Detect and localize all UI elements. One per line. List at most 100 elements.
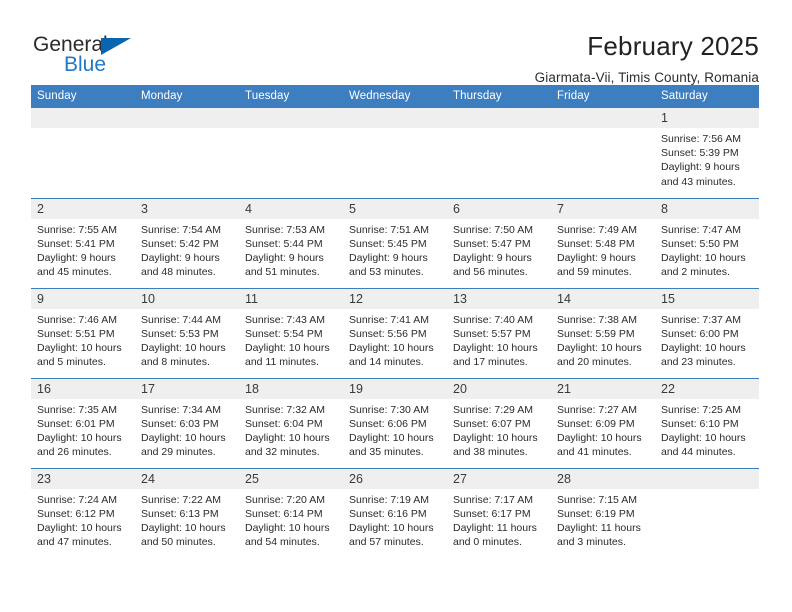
- daylight-text: Daylight: 9 hours and 59 minutes.: [557, 251, 636, 279]
- sunset-text: Sunset: 5:51 PM: [37, 327, 115, 340]
- calendar-day-cell[interactable]: 6 Sunrise: 7:50 AM Sunset: 5:47 PM Daylight…: [447, 198, 551, 288]
- day-details: Sunrise: 7:50 AM Sunset: 5:47 PM Daylight:…: [447, 219, 551, 280]
- calendar-day-cell-empty: [343, 108, 447, 198]
- calendar-day-cell[interactable]: 25 Sunrise: 7:20 AM Sunset: 6:14 PM Dayligh…: [239, 468, 343, 558]
- day-number: [551, 108, 655, 128]
- day-details: Sunrise: 7:49 AM Sunset: 5:48 PM Daylight:…: [551, 219, 655, 280]
- sunrise-text: Sunrise: 7:24 AM: [37, 493, 117, 506]
- sunrise-text: Sunrise: 7:20 AM: [245, 493, 325, 506]
- sunset-text: Sunset: 5:39 PM: [661, 147, 739, 160]
- daylight-text: Daylight: 10 hours and 11 minutes.: [245, 341, 330, 369]
- calendar-day-cell-empty: [31, 108, 135, 198]
- sunset-text: Sunset: 6:16 PM: [349, 507, 427, 520]
- sunrise-text: Sunrise: 7:19 AM: [349, 493, 429, 506]
- day-details: Sunrise: 7:17 AM Sunset: 6:17 PM Daylight:…: [447, 489, 551, 550]
- sunrise-sunset-calendar: Sunday Monday Tuesday Wednesday Thursday Frid…: [31, 85, 759, 558]
- calendar-day-cell[interactable]: 1 Sunrise: 7:56 AM Sunset: 5:39 PM Daylight…: [655, 108, 759, 198]
- daylight-text: Daylight: 10 hours and 26 minutes.: [37, 431, 122, 459]
- calendar-day-cell[interactable]: 7 Sunrise: 7:49 AM Sunset: 5:48 PM Daylight…: [551, 198, 655, 288]
- calendar-week-row: 2 Sunrise: 7:55 AM Sunset: 5:41 PM Daylight…: [31, 198, 759, 288]
- calendar-day-cell[interactable]: 18 Sunrise: 7:32 AM Sunset: 6:04 PM Dayligh…: [239, 378, 343, 468]
- daylight-text: Daylight: 9 hours and 56 minutes.: [453, 251, 532, 279]
- sunset-text: Sunset: 5:50 PM: [661, 237, 739, 250]
- calendar-day-cell[interactable]: 10 Sunrise: 7:44 AM Sunset: 5:53 PM Dayligh…: [135, 288, 239, 378]
- day-number: 21: [551, 378, 655, 399]
- calendar-day-cell[interactable]: 24 Sunrise: 7:22 AM Sunset: 6:13 PM Dayligh…: [135, 468, 239, 558]
- sunrise-text: Sunrise: 7:34 AM: [141, 403, 221, 416]
- calendar-day-cell[interactable]: 2 Sunrise: 7:55 AM Sunset: 5:41 PM Daylight…: [31, 198, 135, 288]
- sunrise-text: Sunrise: 7:46 AM: [37, 313, 117, 326]
- calendar-day-cell[interactable]: 20 Sunrise: 7:29 AM Sunset: 6:07 PM Dayligh…: [447, 378, 551, 468]
- calendar-day-cell[interactable]: 13 Sunrise: 7:40 AM Sunset: 5:57 PM Dayligh…: [447, 288, 551, 378]
- weekday-header-wednesday: Wednesday: [343, 85, 447, 108]
- day-details: Sunrise: 7:54 AM Sunset: 5:42 PM Daylight:…: [135, 219, 239, 280]
- day-number: 18: [239, 378, 343, 399]
- calendar-day-cell-empty: [655, 468, 759, 558]
- day-number: 2: [31, 198, 135, 219]
- day-details: Sunrise: 7:53 AM Sunset: 5:44 PM Daylight:…: [239, 219, 343, 280]
- calendar-day-cell[interactable]: 17 Sunrise: 7:34 AM Sunset: 6:03 PM Dayligh…: [135, 378, 239, 468]
- calendar-day-cell[interactable]: 26 Sunrise: 7:19 AM Sunset: 6:16 PM Dayligh…: [343, 468, 447, 558]
- sunset-text: Sunset: 5:47 PM: [453, 237, 531, 250]
- calendar-day-cell[interactable]: 23 Sunrise: 7:24 AM Sunset: 6:12 PM Dayligh…: [31, 468, 135, 558]
- calendar-day-cell[interactable]: 9 Sunrise: 7:46 AM Sunset: 5:51 PM Daylight…: [31, 288, 135, 378]
- day-number: 5: [343, 198, 447, 219]
- day-details: Sunrise: 7:44 AM Sunset: 5:53 PM Daylight:…: [135, 309, 239, 370]
- calendar-day-cell[interactable]: 16 Sunrise: 7:35 AM Sunset: 6:01 PM Dayligh…: [31, 378, 135, 468]
- sunset-text: Sunset: 6:06 PM: [349, 417, 427, 430]
- day-details: Sunrise: 7:55 AM Sunset: 5:41 PM Daylight:…: [31, 219, 135, 280]
- calendar-day-cell[interactable]: 3 Sunrise: 7:54 AM Sunset: 5:42 PM Daylight…: [135, 198, 239, 288]
- calendar-day-cell[interactable]: 22 Sunrise: 7:25 AM Sunset: 6:10 PM Dayligh…: [655, 378, 759, 468]
- daylight-text: Daylight: 10 hours and 47 minutes.: [37, 521, 122, 549]
- sunrise-text: Sunrise: 7:49 AM: [557, 223, 637, 236]
- day-number: [31, 108, 135, 128]
- sunset-text: Sunset: 5:48 PM: [557, 237, 635, 250]
- calendar-day-cell[interactable]: 21 Sunrise: 7:27 AM Sunset: 6:09 PM Dayligh…: [551, 378, 655, 468]
- sunrise-text: Sunrise: 7:15 AM: [557, 493, 637, 506]
- day-number: 16: [31, 378, 135, 399]
- page-title: February 2025: [587, 31, 759, 61]
- sunrise-text: Sunrise: 7:35 AM: [37, 403, 117, 416]
- daylight-text: Daylight: 10 hours and 8 minutes.: [141, 341, 226, 369]
- calendar-day-cell[interactable]: 28 Sunrise: 7:15 AM Sunset: 6:19 PM Dayligh…: [551, 468, 655, 558]
- logo-text-blue: Blue: [64, 53, 107, 76]
- sunset-text: Sunset: 6:12 PM: [37, 507, 115, 520]
- day-number: 10: [135, 288, 239, 309]
- calendar-day-cell[interactable]: 5 Sunrise: 7:51 AM Sunset: 5:45 PM Daylight…: [343, 198, 447, 288]
- daylight-text: Daylight: 9 hours and 43 minutes.: [661, 161, 740, 188]
- calendar-day-cell[interactable]: 15 Sunrise: 7:37 AM Sunset: 6:00 PM Dayligh…: [655, 288, 759, 378]
- calendar-day-cell[interactable]: 8 Sunrise: 7:47 AM Sunset: 5:50 PM Daylight…: [655, 198, 759, 288]
- weekday-header-row: Sunday Monday Tuesday Wednesday Thursday Frid…: [31, 85, 759, 108]
- day-details: Sunrise: 7:32 AM Sunset: 6:04 PM Daylight:…: [239, 399, 343, 460]
- day-details: Sunrise: 7:24 AM Sunset: 6:12 PM Daylight:…: [31, 489, 135, 550]
- day-details: Sunrise: 7:30 AM Sunset: 6:06 PM Daylight:…: [343, 399, 447, 460]
- daylight-text: Daylight: 10 hours and 17 minutes.: [453, 341, 538, 369]
- sunset-text: Sunset: 6:03 PM: [141, 417, 219, 430]
- calendar-day-cell[interactable]: 19 Sunrise: 7:30 AM Sunset: 6:06 PM Dayligh…: [343, 378, 447, 468]
- day-details: Sunrise: 7:25 AM Sunset: 6:10 PM Daylight:…: [655, 399, 759, 460]
- sunrise-text: Sunrise: 7:54 AM: [141, 223, 221, 236]
- general-blue-logo[interactable]: General Blue: [33, 30, 163, 76]
- sunset-text: Sunset: 5:56 PM: [349, 327, 427, 340]
- calendar-day-cell[interactable]: 12 Sunrise: 7:41 AM Sunset: 5:56 PM Dayligh…: [343, 288, 447, 378]
- sunset-text: Sunset: 5:59 PM: [557, 327, 635, 340]
- daylight-text: Daylight: 10 hours and 20 minutes.: [557, 341, 642, 369]
- day-details: Sunrise: 7:47 AM Sunset: 5:50 PM Daylight:…: [655, 219, 759, 280]
- daylight-text: Daylight: 9 hours and 48 minutes.: [141, 251, 220, 279]
- day-number: 13: [447, 288, 551, 309]
- calendar-day-cell[interactable]: 11 Sunrise: 7:43 AM Sunset: 5:54 PM Dayligh…: [239, 288, 343, 378]
- calendar-day-cell[interactable]: 4 Sunrise: 7:53 AM Sunset: 5:44 PM Daylight…: [239, 198, 343, 288]
- sunrise-text: Sunrise: 7:56 AM: [661, 133, 741, 145]
- location-subtitle: Giarmata-Vii, Timis County, Romania: [534, 70, 759, 85]
- calendar-day-cell[interactable]: 14 Sunrise: 7:38 AM Sunset: 5:59 PM Dayligh…: [551, 288, 655, 378]
- day-details: Sunrise: 7:34 AM Sunset: 6:03 PM Daylight:…: [135, 399, 239, 460]
- calendar-day-cell[interactable]: 27 Sunrise: 7:17 AM Sunset: 6:17 PM Dayligh…: [447, 468, 551, 558]
- day-number: 27: [447, 468, 551, 489]
- weekday-header-monday: Monday: [135, 85, 239, 108]
- weekday-header-sunday: Sunday: [31, 85, 135, 108]
- day-number: [343, 108, 447, 128]
- daylight-text: Daylight: 10 hours and 5 minutes.: [37, 341, 122, 369]
- calendar-body: 1 Sunrise: 7:56 AM Sunset: 5:39 PM Daylight…: [31, 108, 759, 558]
- sunrise-text: Sunrise: 7:17 AM: [453, 493, 533, 506]
- weekday-header-friday: Friday: [551, 85, 655, 108]
